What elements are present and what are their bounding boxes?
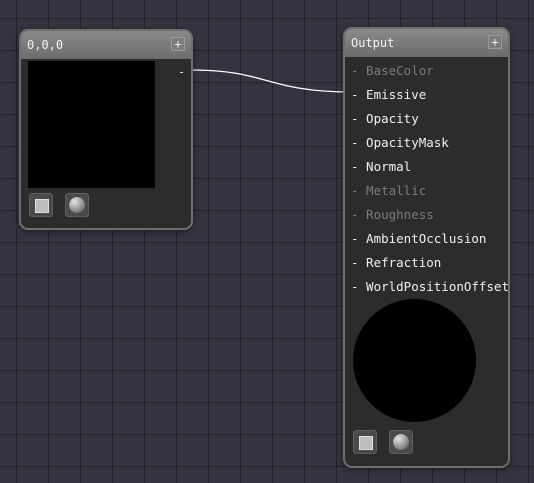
input-basecolor[interactable]: - BaseColor xyxy=(351,59,509,83)
square-preview-icon xyxy=(35,199,49,213)
input-normal[interactable]: - Normal xyxy=(351,155,509,179)
color-node-add-button[interactable]: + xyxy=(171,37,185,51)
sphere-preview-button[interactable] xyxy=(65,193,89,217)
input-worldpositionoffset[interactable]: - WorldPositionOffset xyxy=(351,275,509,299)
output-node-add-button[interactable]: + xyxy=(488,35,502,49)
input-ambientocclusion[interactable]: - AmbientOcclusion xyxy=(351,227,509,251)
color-node-header[interactable]: 0,0,0 + xyxy=(21,31,191,59)
output-square-preview-button[interactable] xyxy=(353,430,377,454)
input-metallic[interactable]: - Metallic xyxy=(351,179,509,203)
input-refraction[interactable]: - Refraction xyxy=(351,251,509,275)
sphere-preview-icon xyxy=(69,197,85,213)
output-node-header[interactable]: Output + xyxy=(345,29,508,57)
output-inputs-list: - BaseColor - Emissive - Opacity - Opaci… xyxy=(351,59,509,299)
color-node-title: 0,0,0 xyxy=(27,38,64,52)
color-node[interactable]: 0,0,0 + - xyxy=(19,29,193,230)
output-node[interactable]: Output + - BaseColor - Emissive - Opacit… xyxy=(343,27,510,468)
color-swatch[interactable] xyxy=(28,61,155,188)
input-opacitymask[interactable]: - OpacityMask xyxy=(351,131,509,155)
output-node-title: Output xyxy=(351,36,395,50)
square-preview-button[interactable] xyxy=(29,193,53,217)
input-roughness[interactable]: - Roughness xyxy=(351,203,509,227)
wire-color-to-emissive[interactable] xyxy=(192,69,351,93)
output-sphere-preview-button[interactable] xyxy=(389,430,413,454)
input-opacity[interactable]: - Opacity xyxy=(351,107,509,131)
color-output-pin[interactable]: - xyxy=(178,65,185,79)
sphere-preview-icon xyxy=(393,434,409,450)
input-emissive[interactable]: - Emissive xyxy=(351,83,509,107)
material-preview-sphere[interactable] xyxy=(353,299,476,422)
square-preview-icon xyxy=(359,436,373,450)
